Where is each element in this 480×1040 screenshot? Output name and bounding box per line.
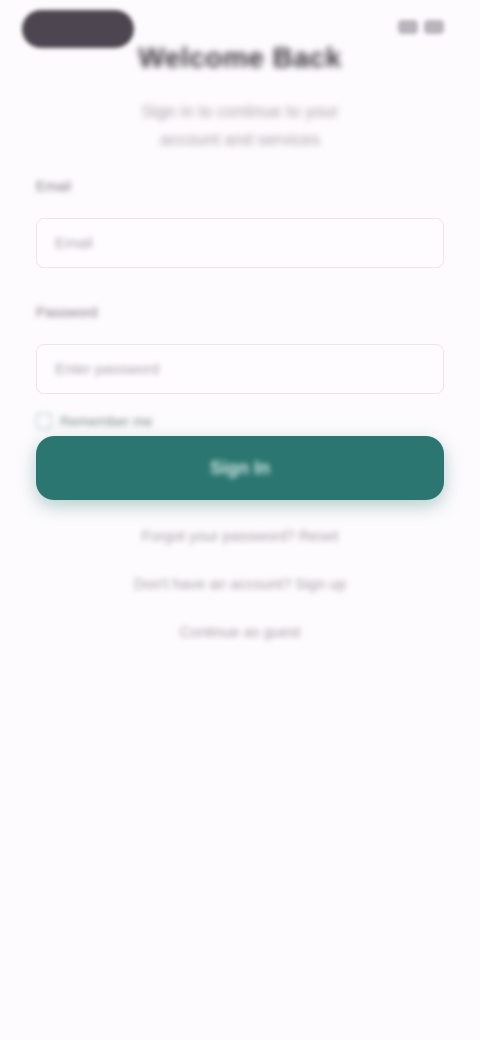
sign-in-button-label: Sign In [210,457,270,478]
create-account-link[interactable]: Don't have an account? Sign up [0,568,480,616]
login-form: Email Password Remember me [36,178,444,432]
username-field[interactable] [36,218,444,268]
username-input[interactable] [53,233,427,253]
status-icons [364,20,444,42]
remember-me-label: Remember me [60,413,153,429]
password-field[interactable] [36,344,444,394]
username-label: Email [36,178,72,194]
header: Welcome Back Sign in to continue to your… [50,42,430,154]
remember-me-checkbox[interactable] [36,413,52,429]
password-label: Password [36,304,98,320]
page-title: Welcome Back [138,42,342,73]
password-input[interactable] [53,359,427,379]
subtitle-line-2: account and services [160,130,320,149]
sign-in-button[interactable]: Sign In [36,436,444,500]
auth-links: Forgot your password? Reset Don't have a… [0,520,480,664]
page-subtitle: Sign in to continue to your account and … [50,98,430,154]
signal-icon [398,20,418,34]
guest-link[interactable]: Continue as guest [0,616,480,664]
login-screen: Welcome Back Sign in to continue to your… [0,0,480,1040]
remember-me-row[interactable]: Remember me [36,410,444,432]
battery-icon [424,20,444,34]
subtitle-line-1: Sign in to continue to your [141,102,339,121]
forgot-password-link[interactable]: Forgot your password? Reset [0,520,480,568]
